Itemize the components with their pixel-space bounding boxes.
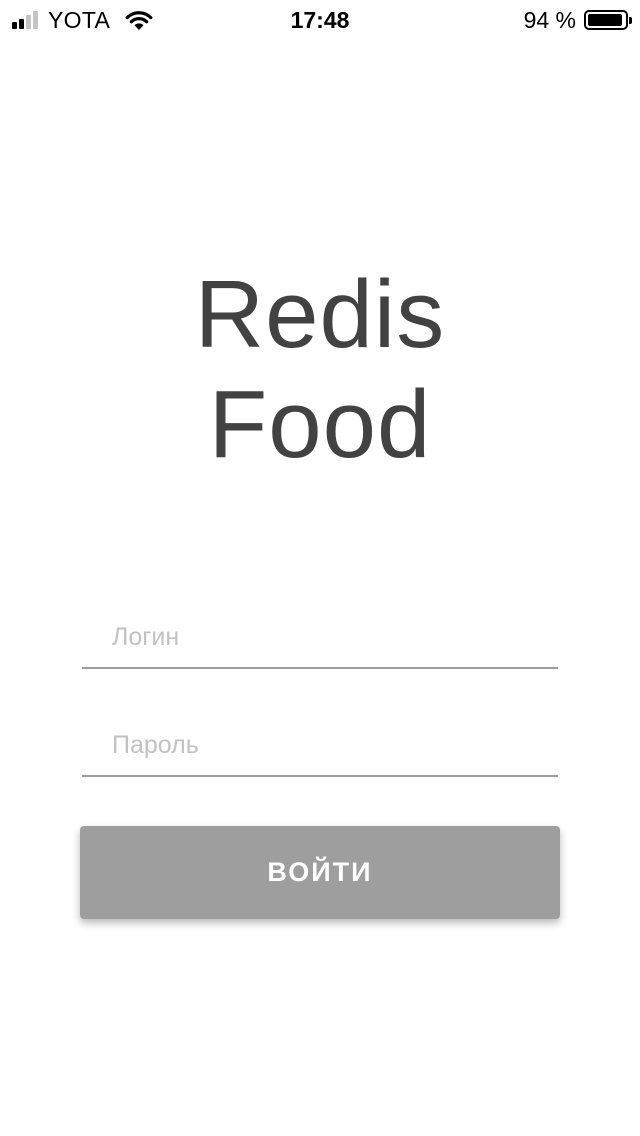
status-right: 94 % (523, 6, 632, 34)
password-field (82, 715, 558, 777)
wifi-icon (125, 11, 153, 30)
carrier-name: YOTA (48, 6, 111, 33)
battery-icon (584, 10, 632, 30)
signal-bar (33, 11, 38, 29)
login-input[interactable] (82, 607, 558, 667)
login-button[interactable]: ВОЙТИ (80, 826, 560, 919)
login-field (82, 607, 558, 669)
battery-fill (588, 14, 622, 26)
battery-percent: 94 % (523, 6, 576, 33)
app-title: Redis Food (0, 260, 640, 480)
app-title-line-1: Redis (194, 261, 446, 368)
password-input[interactable] (82, 715, 558, 775)
status-left: YOTA (12, 6, 154, 34)
signal-bar (12, 22, 17, 29)
signal-bar (19, 19, 24, 29)
app-title-line-2: Food (208, 371, 432, 478)
status-bar: YOTA 17:48 94 % (0, 0, 640, 40)
signal-icon (12, 11, 40, 29)
signal-bar (26, 15, 31, 29)
battery-nub (629, 17, 632, 24)
